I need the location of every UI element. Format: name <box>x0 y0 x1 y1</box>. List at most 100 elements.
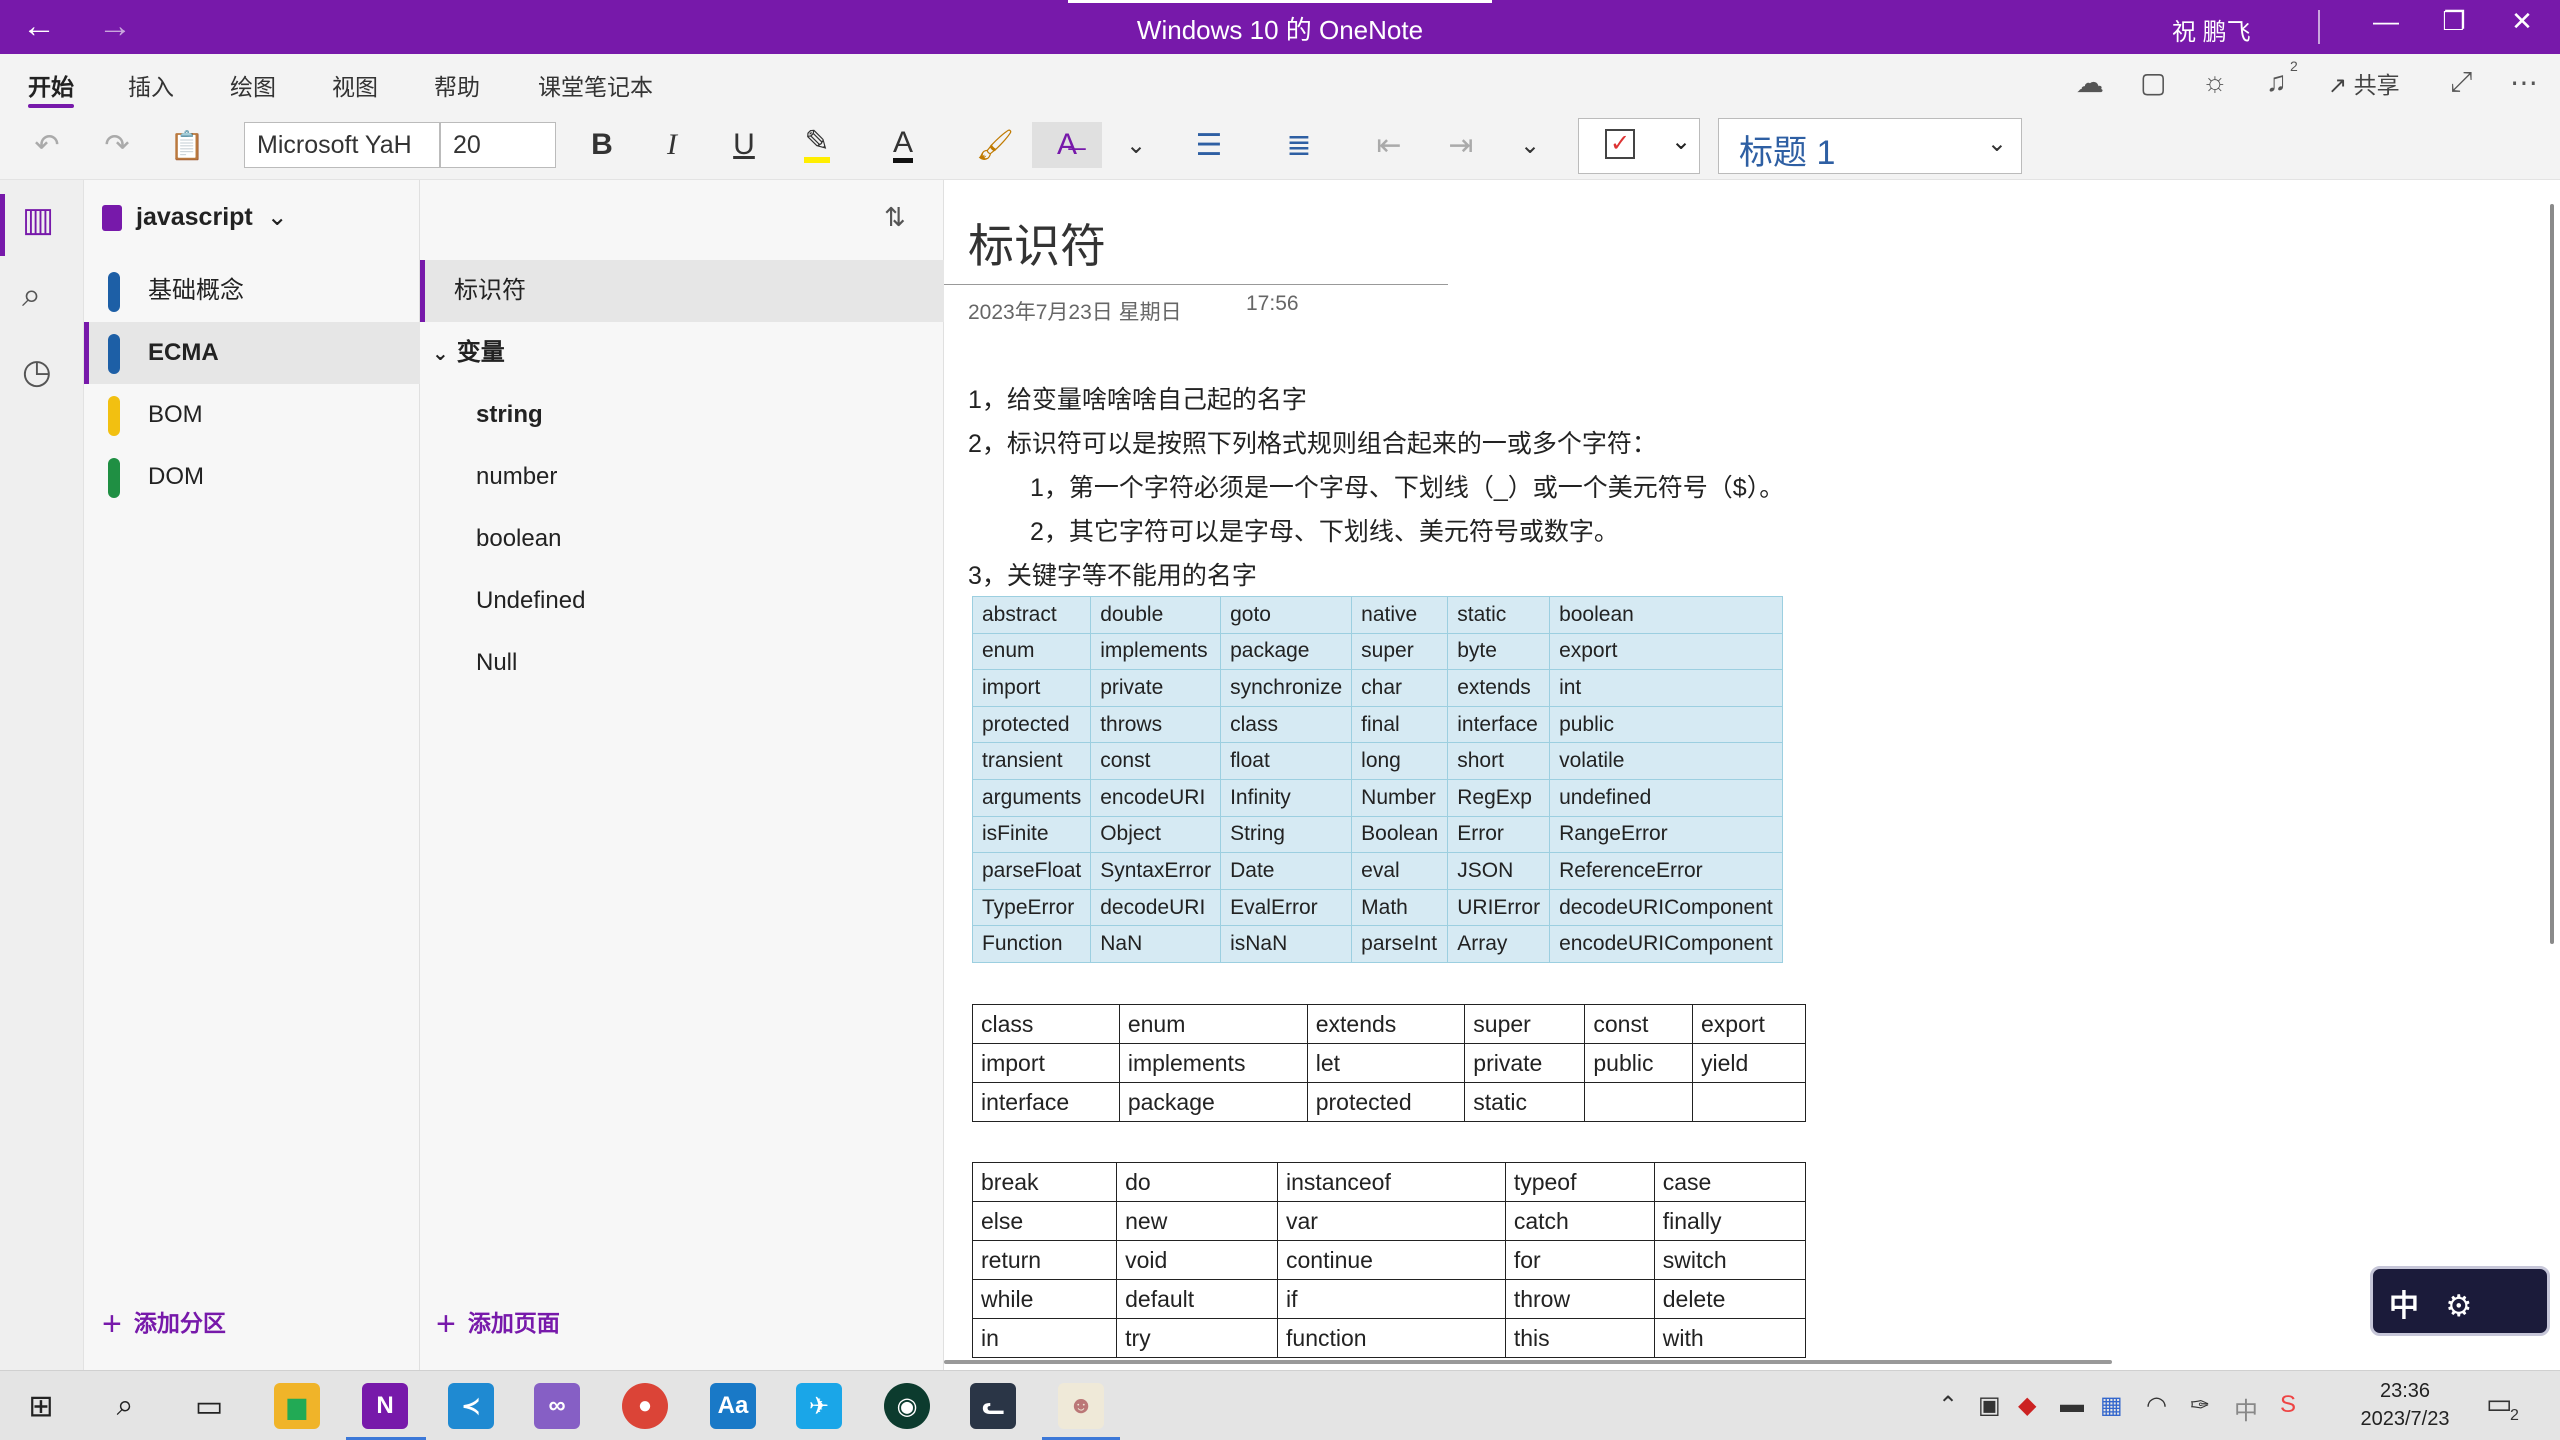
table-cell[interactable]: RangeError <box>1549 815 1783 854</box>
table-cell[interactable]: isNaN <box>1220 925 1353 963</box>
table-cell[interactable]: new <box>1116 1201 1279 1241</box>
table-cell[interactable]: undefined <box>1549 778 1783 817</box>
table-cell[interactable]: import <box>971 669 1092 707</box>
table-cell[interactable]: Array <box>1447 925 1551 963</box>
table-cell[interactable]: break <box>971 1162 1118 1202</box>
table-cell[interactable]: return <box>971 1240 1118 1280</box>
table-cell[interactable]: package <box>1118 1082 1308 1122</box>
underline-button[interactable]: U <box>722 122 766 168</box>
table-cell[interactable]: parseFloat <box>971 852 1092 890</box>
table-cell[interactable]: encodeURIComponent <box>1549 925 1783 963</box>
task-view-icon[interactable]: ▭ <box>186 1383 232 1429</box>
table-cell[interactable]: export <box>1692 1004 1806 1044</box>
note-line[interactable]: 3，关键字等不能用的名字 <box>968 556 1257 592</box>
table-cell[interactable]: enum <box>971 632 1092 671</box>
table-cell[interactable]: void <box>1116 1240 1279 1280</box>
style-dropdown[interactable]: 标题 1 ⌄ <box>1718 118 2022 174</box>
table-cell[interactable]: NaN <box>1090 925 1222 963</box>
table-cell[interactable]: static <box>1464 1082 1586 1122</box>
table-cell[interactable]: RegExp <box>1447 778 1551 817</box>
table-cell[interactable]: Date <box>1220 852 1353 890</box>
table-cell[interactable]: implements <box>1118 1043 1308 1083</box>
notebook-icon[interactable]: ▢ <box>2140 66 2166 99</box>
table-cell[interactable]: Math <box>1351 888 1449 927</box>
table-cell[interactable]: import <box>972 1043 1120 1083</box>
ime-floating-toolbar[interactable]: 中 ⚙ <box>2370 1266 2550 1336</box>
table-cell[interactable]: decodeURIComponent <box>1549 888 1783 927</box>
table-cell[interactable]: while <box>971 1279 1118 1319</box>
table-cell[interactable]: JSON <box>1447 852 1551 890</box>
table-cell[interactable]: volatile <box>1549 742 1783 780</box>
search-icon[interactable]: ⌕ <box>102 1383 148 1429</box>
tray-qq-icon[interactable]: ◆ <box>2018 1391 2036 1420</box>
table-cell[interactable]: Function <box>971 925 1092 963</box>
table-cell[interactable]: float <box>1220 742 1353 780</box>
table-cell[interactable]: protected <box>971 705 1092 744</box>
table-cell[interactable]: decodeURI <box>1090 888 1222 927</box>
game-app-icon[interactable]: ☻ <box>1058 1383 1104 1429</box>
table-cell[interactable]: extends <box>1306 1004 1466 1044</box>
table-cell[interactable]: String <box>1220 815 1353 854</box>
tray-display-icon[interactable]: ▣ <box>1978 1391 2001 1420</box>
subpage-item[interactable]: string <box>420 384 944 446</box>
dictionary-app-icon[interactable]: Aa <box>710 1383 756 1429</box>
cat-app-icon[interactable]: ᓚ <box>970 1383 1016 1429</box>
close-button[interactable]: ✕ <box>2492 6 2552 37</box>
table-cell[interactable]: Number <box>1351 778 1449 817</box>
wifi-icon[interactable]: ◠ <box>2146 1391 2167 1420</box>
tab-class-notebook[interactable]: 课堂笔记本 <box>538 68 653 102</box>
table-cell[interactable]: eval <box>1351 852 1449 890</box>
table-cell[interactable]: arguments <box>971 778 1092 817</box>
note-line[interactable]: 2，标识符可以是按照下列格式规则组合起来的一或多个字符： <box>968 424 1657 460</box>
user-name[interactable]: 祝 鹏飞 <box>2172 12 2251 47</box>
note-line[interactable]: 1，第一个字符必须是一个字母、下划线（_）或一个美元符号（$）。 <box>1030 468 1784 504</box>
subpage-item[interactable]: boolean <box>420 508 944 570</box>
redo-icon[interactable]: ↷ <box>94 122 140 168</box>
table-cell[interactable]: goto <box>1220 596 1353 634</box>
table-cell[interactable]: super <box>1464 1004 1586 1044</box>
indent-icon[interactable]: ⇥ <box>1438 122 1484 168</box>
pen-icon[interactable]: ✑ <box>2190 1391 2210 1420</box>
input-method-icon[interactable]: 中 <box>2234 1391 2258 1426</box>
notebook-selector[interactable]: javascript ⌄ <box>102 202 288 232</box>
table-cell[interactable]: class <box>1220 705 1353 744</box>
table-cell[interactable]: for <box>1504 1240 1655 1280</box>
share-button[interactable]: ↗ 共享 <box>2328 66 2400 100</box>
reserved-words-table[interactable]: abstract double goto native static boolean enu… <box>971 596 1783 963</box>
table-cell[interactable]: private <box>1090 669 1222 707</box>
vscode-icon[interactable]: ≺ <box>448 1383 494 1429</box>
table-cell[interactable]: encodeURI <box>1090 778 1222 817</box>
table-cell[interactable]: interface <box>972 1082 1120 1122</box>
outdent-icon[interactable]: ⇤ <box>1366 122 1412 168</box>
table-cell[interactable] <box>1584 1082 1693 1122</box>
table-cell[interactable]: in <box>971 1318 1118 1358</box>
table-cell[interactable]: static <box>1447 596 1551 634</box>
add-section-button[interactable]: + 添加分区 <box>102 1304 226 1344</box>
page-item-active[interactable]: 标识符 <box>420 260 944 322</box>
tag-dropdown[interactable]: ✓ ⌄ <box>1578 118 1700 174</box>
windows-start-icon[interactable]: ⊞ <box>18 1383 64 1429</box>
table-cell[interactable] <box>1692 1082 1806 1122</box>
keywords-table[interactable]: break do instanceof typeof case else new var cat… <box>971 1162 1807 1358</box>
table-cell[interactable]: private <box>1464 1043 1586 1083</box>
section-item[interactable]: BOM <box>84 384 420 446</box>
tab-home[interactable]: 开始 <box>28 68 74 102</box>
note-line[interactable]: 1，给变量啥啥啥自己起的名字 <box>968 380 1307 416</box>
maximize-button[interactable]: ❐ <box>2424 6 2484 37</box>
subpage-item[interactable]: number <box>420 446 944 508</box>
sync-icon[interactable]: ☁ <box>2076 66 2104 99</box>
section-item[interactable]: DOM <box>84 446 420 508</box>
table-cell[interactable]: continue <box>1277 1240 1506 1280</box>
table-cell[interactable]: native <box>1351 596 1449 634</box>
undo-icon[interactable]: ↶ <box>24 122 70 168</box>
table-cell[interactable]: var <box>1277 1201 1506 1241</box>
table-cell[interactable]: Boolean <box>1351 815 1449 854</box>
tray-chevron-icon[interactable]: ⌃ <box>1938 1391 1958 1420</box>
onenote-app-icon[interactable]: N <box>362 1383 408 1429</box>
table-cell[interactable]: boolean <box>1549 596 1783 634</box>
table-cell[interactable]: enum <box>1118 1004 1308 1044</box>
recent-clock-icon[interactable]: ◷ <box>22 352 52 392</box>
format-painter-icon[interactable]: 🖌 <box>972 122 1018 168</box>
table-cell[interactable]: long <box>1351 742 1449 780</box>
table-cell[interactable]: with <box>1653 1318 1807 1358</box>
